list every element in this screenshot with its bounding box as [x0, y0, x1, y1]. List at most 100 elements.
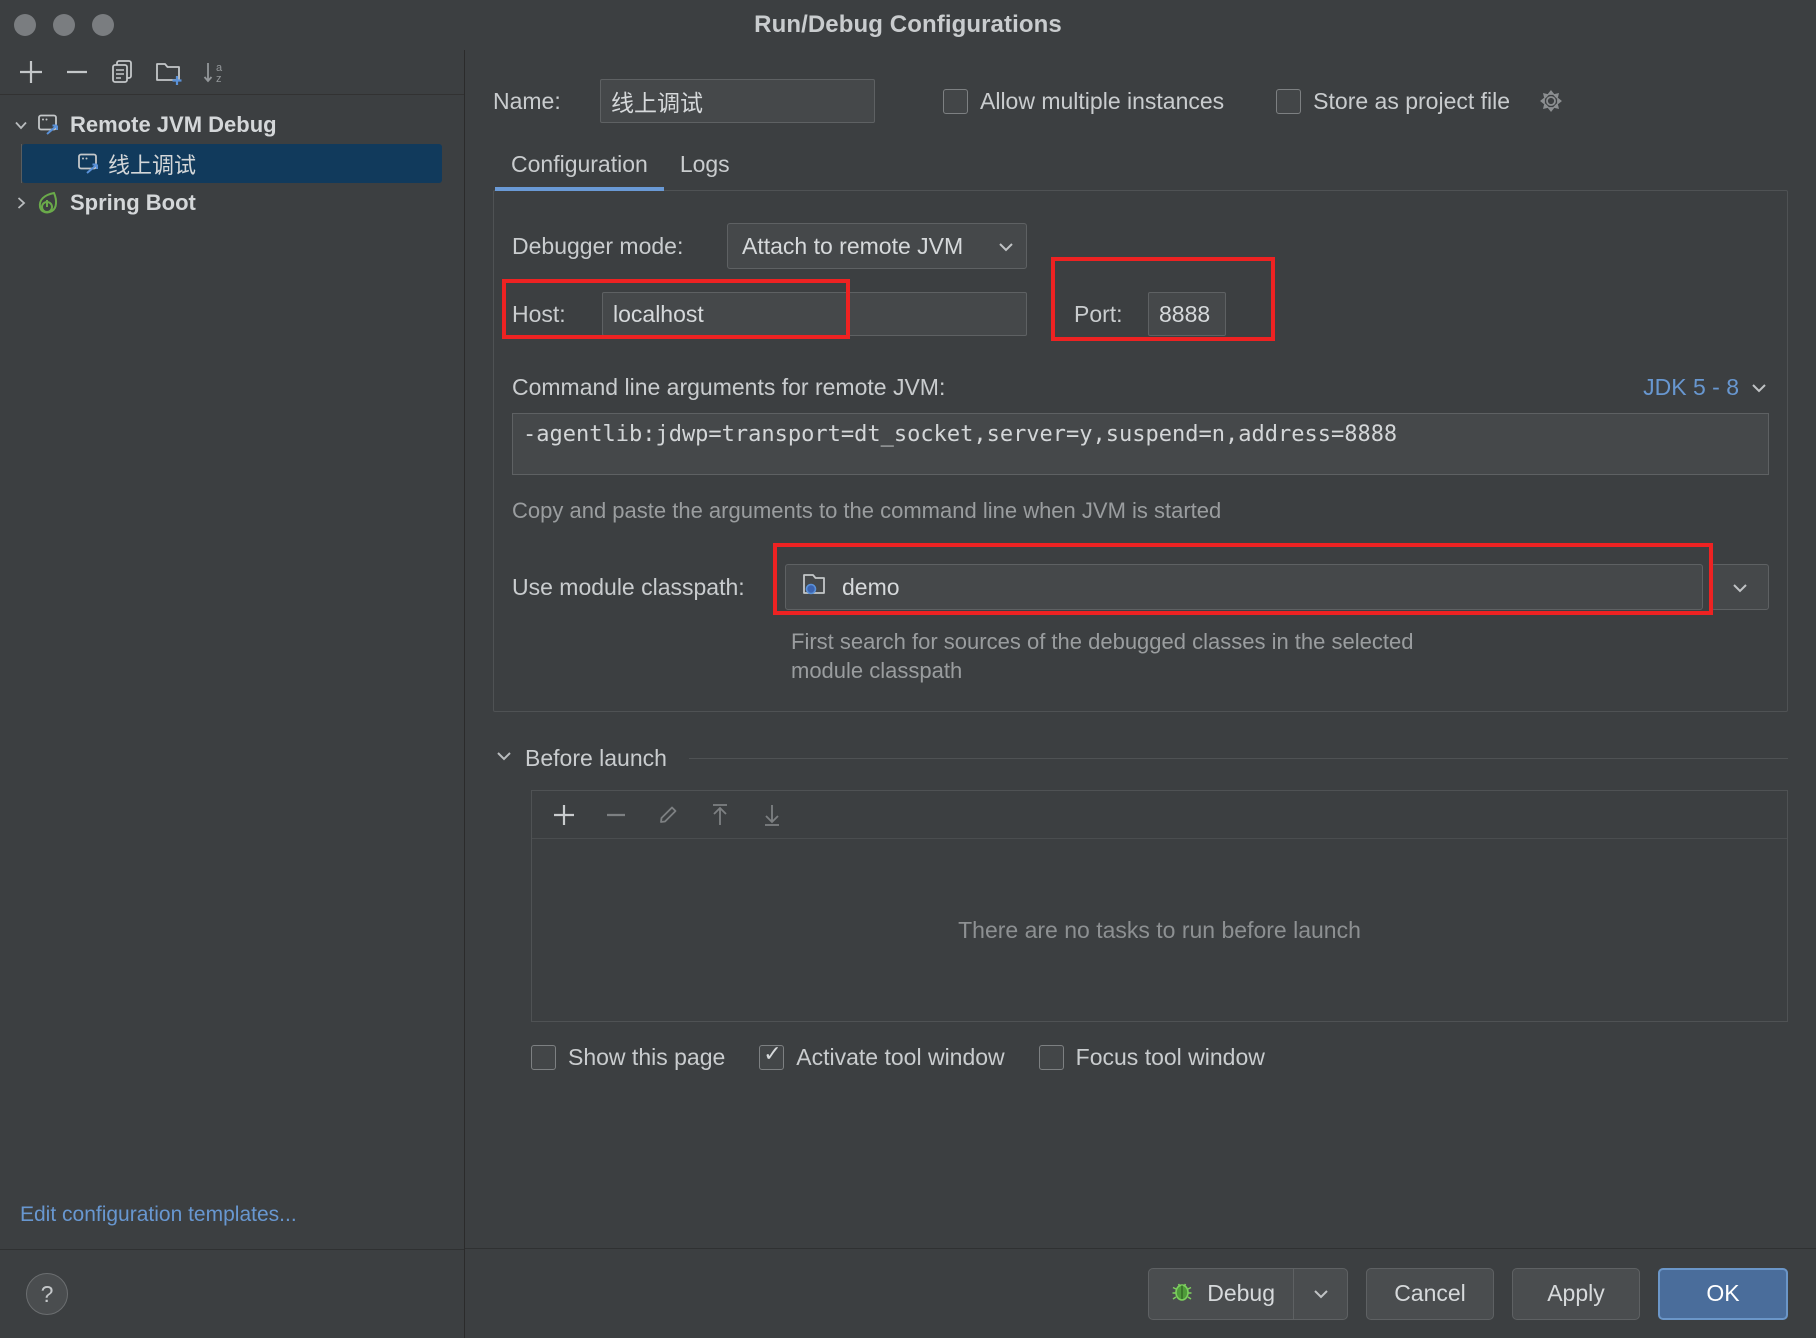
store-as-project-file-checkbox[interactable]: [1276, 88, 1302, 114]
configuration-editor-content: Name: Allow multiple instances Store as …: [465, 50, 1816, 1248]
module-classpath-hint-line1: First search for sources of the debugged…: [791, 629, 1414, 654]
module-classpath-value: demo: [842, 573, 900, 600]
dialog-footer: Debug Cancel Apply OK: [465, 1248, 1816, 1338]
show-this-page-checkbox[interactable]: [531, 1045, 556, 1070]
apply-button[interactable]: Apply: [1512, 1267, 1640, 1320]
configurations-tree: Remote JVM Debug 线上调试 Spring Boot: [0, 95, 464, 1203]
move-task-down-button: [752, 797, 792, 833]
sidebar-footer: Edit configuration templates...: [0, 1203, 464, 1249]
add-task-button[interactable]: [544, 797, 584, 833]
activate-tool-window-checkbox[interactable]: [759, 1041, 785, 1070]
tree-node-label: 线上调试: [108, 152, 197, 178]
chevron-down-icon: [1749, 374, 1769, 401]
port-label: Port:: [1074, 300, 1123, 327]
module-classpath-hint-line2: module classpath: [791, 658, 963, 683]
jdk-version-selector[interactable]: JDK 5 - 8: [1643, 374, 1769, 401]
allow-multiple-instances-row[interactable]: Allow multiple instances: [943, 88, 1224, 115]
host-port-row: Host: Port:: [502, 257, 1769, 347]
tree-node-label: Remote JVM Debug: [70, 111, 277, 137]
show-this-page-label: Show this page: [568, 1044, 726, 1070]
module-classpath-select[interactable]: demo: [785, 564, 1703, 610]
command-line-label: Command line arguments for remote JVM:: [512, 373, 946, 400]
edit-task-button: [648, 797, 688, 833]
tab-configuration[interactable]: Configuration: [495, 151, 664, 191]
before-launch-section: Before launch There are no tasks to run …: [493, 738, 1788, 1248]
chevron-down-icon: [1729, 574, 1751, 601]
show-this-page-row[interactable]: Show this page: [531, 1044, 725, 1071]
chevron-down-icon[interactable]: [493, 748, 515, 769]
run-debug-configurations-dialog: Run/Debug Configurations a z Remote JVM …: [0, 0, 1816, 1338]
store-as-project-file-label: Store as project file: [1313, 87, 1511, 114]
allow-multiple-instances-label: Allow multiple instances: [980, 87, 1225, 114]
sort-configurations-button[interactable]: a z: [194, 55, 236, 89]
editor-tabs: Configuration Logs: [493, 138, 1788, 191]
jdk-version-label: JDK 5 - 8: [1643, 373, 1739, 400]
gear-icon[interactable]: [1536, 86, 1566, 116]
new-folder-button[interactable]: [148, 55, 190, 89]
move-task-up-button: [700, 797, 740, 833]
remote-jvm-debug-icon: [34, 112, 64, 138]
cancel-button[interactable]: Cancel: [1366, 1267, 1494, 1320]
host-label: Host:: [512, 300, 566, 327]
tree-node-spring-boot[interactable]: Spring Boot: [0, 183, 464, 222]
debugger-mode-row: Debugger mode: Attach to remote JVM: [512, 221, 1769, 271]
svg-text:z: z: [216, 73, 222, 85]
chevron-down-icon[interactable]: [8, 112, 34, 138]
activate-tool-window-label: Activate tool window: [796, 1044, 1005, 1070]
ok-button[interactable]: OK: [1658, 1267, 1788, 1320]
remove-configuration-button[interactable]: [56, 55, 98, 89]
before-launch-toolbar: [532, 791, 1787, 839]
help-row: ?: [0, 1250, 464, 1338]
before-launch-rule: [688, 757, 1788, 759]
module-folder-icon: [800, 571, 828, 603]
tree-node-remote-jvm-debug[interactable]: Remote JVM Debug: [0, 105, 464, 144]
command-line-label-row: Command line arguments for remote JVM: J…: [512, 361, 1769, 413]
store-as-project-file-row[interactable]: Store as project file: [1276, 86, 1566, 116]
help-button[interactable]: ?: [26, 1273, 68, 1315]
debugger-mode-select[interactable]: Attach to remote JVM: [727, 223, 1027, 269]
module-classpath-dropdown-button[interactable]: [1711, 564, 1769, 610]
edit-configuration-templates-link[interactable]: Edit configuration templates...: [20, 1203, 464, 1227]
focus-tool-window-row[interactable]: Focus tool window: [1038, 1044, 1265, 1071]
before-launch-header[interactable]: Before launch: [493, 738, 1788, 778]
before-launch-options: Show this page Activate tool window Focu…: [531, 1041, 1788, 1071]
window-title: Run/Debug Configurations: [754, 11, 1062, 38]
chevron-right-icon[interactable]: [8, 190, 34, 216]
focus-tool-window-checkbox[interactable]: [1038, 1045, 1064, 1070]
before-launch-title: Before launch: [525, 744, 667, 771]
bug-icon: [1169, 1278, 1195, 1310]
configuration-tab-panel: Debugger mode: Attach to remote JVM Host…: [493, 190, 1788, 712]
debugger-mode-label: Debugger mode:: [512, 232, 684, 259]
activate-tool-window-row[interactable]: Activate tool window: [759, 1041, 1005, 1071]
debugger-mode-value: Attach to remote JVM: [742, 232, 964, 259]
debug-button[interactable]: Debug: [1148, 1267, 1348, 1320]
host-input[interactable]: [602, 292, 1027, 336]
remote-jvm-debug-icon: [74, 151, 104, 177]
remove-task-button: [596, 797, 636, 833]
before-launch-empty-message: There are no tasks to run before launch: [958, 916, 1361, 943]
name-input[interactable]: [600, 79, 875, 123]
title-bar: Run/Debug Configurations: [0, 0, 1816, 50]
configuration-editor-panel: Name: Allow multiple instances Store as …: [465, 50, 1816, 1338]
tab-logs[interactable]: Logs: [664, 151, 746, 190]
port-input[interactable]: [1148, 292, 1226, 336]
chevron-down-icon: [982, 233, 1016, 260]
module-classpath-label: Use module classpath:: [512, 573, 745, 600]
command-line-hint: Copy and paste the arguments to the comm…: [512, 498, 1222, 523]
add-configuration-button[interactable]: [10, 55, 52, 89]
sidebar-toolbar: a z: [0, 50, 464, 95]
before-launch-task-list: There are no tasks to run before launch: [531, 790, 1788, 1022]
spring-boot-icon: [34, 190, 64, 216]
allow-multiple-instances-checkbox[interactable]: [943, 88, 968, 114]
module-classpath-hint: First search for sources of the debugged…: [791, 627, 1769, 685]
name-row: Name: Allow multiple instances Store as …: [493, 72, 1788, 130]
command-line-arguments-textarea[interactable]: -agentlib:jdwp=transport=dt_socket,serve…: [512, 413, 1769, 475]
tree-node-line-debug[interactable]: 线上调试: [22, 144, 442, 183]
debug-button-dropdown[interactable]: [1293, 1268, 1347, 1319]
copy-configuration-button[interactable]: [102, 55, 144, 89]
configurations-sidebar: a z Remote JVM Debug 线上调试 Spring Boot Ed…: [0, 50, 465, 1338]
focus-tool-window-label: Focus tool window: [1075, 1044, 1265, 1070]
debug-button-label: Debug: [1207, 1280, 1275, 1306]
debug-button-main[interactable]: Debug: [1149, 1269, 1293, 1319]
name-label: Name:: [493, 87, 561, 114]
